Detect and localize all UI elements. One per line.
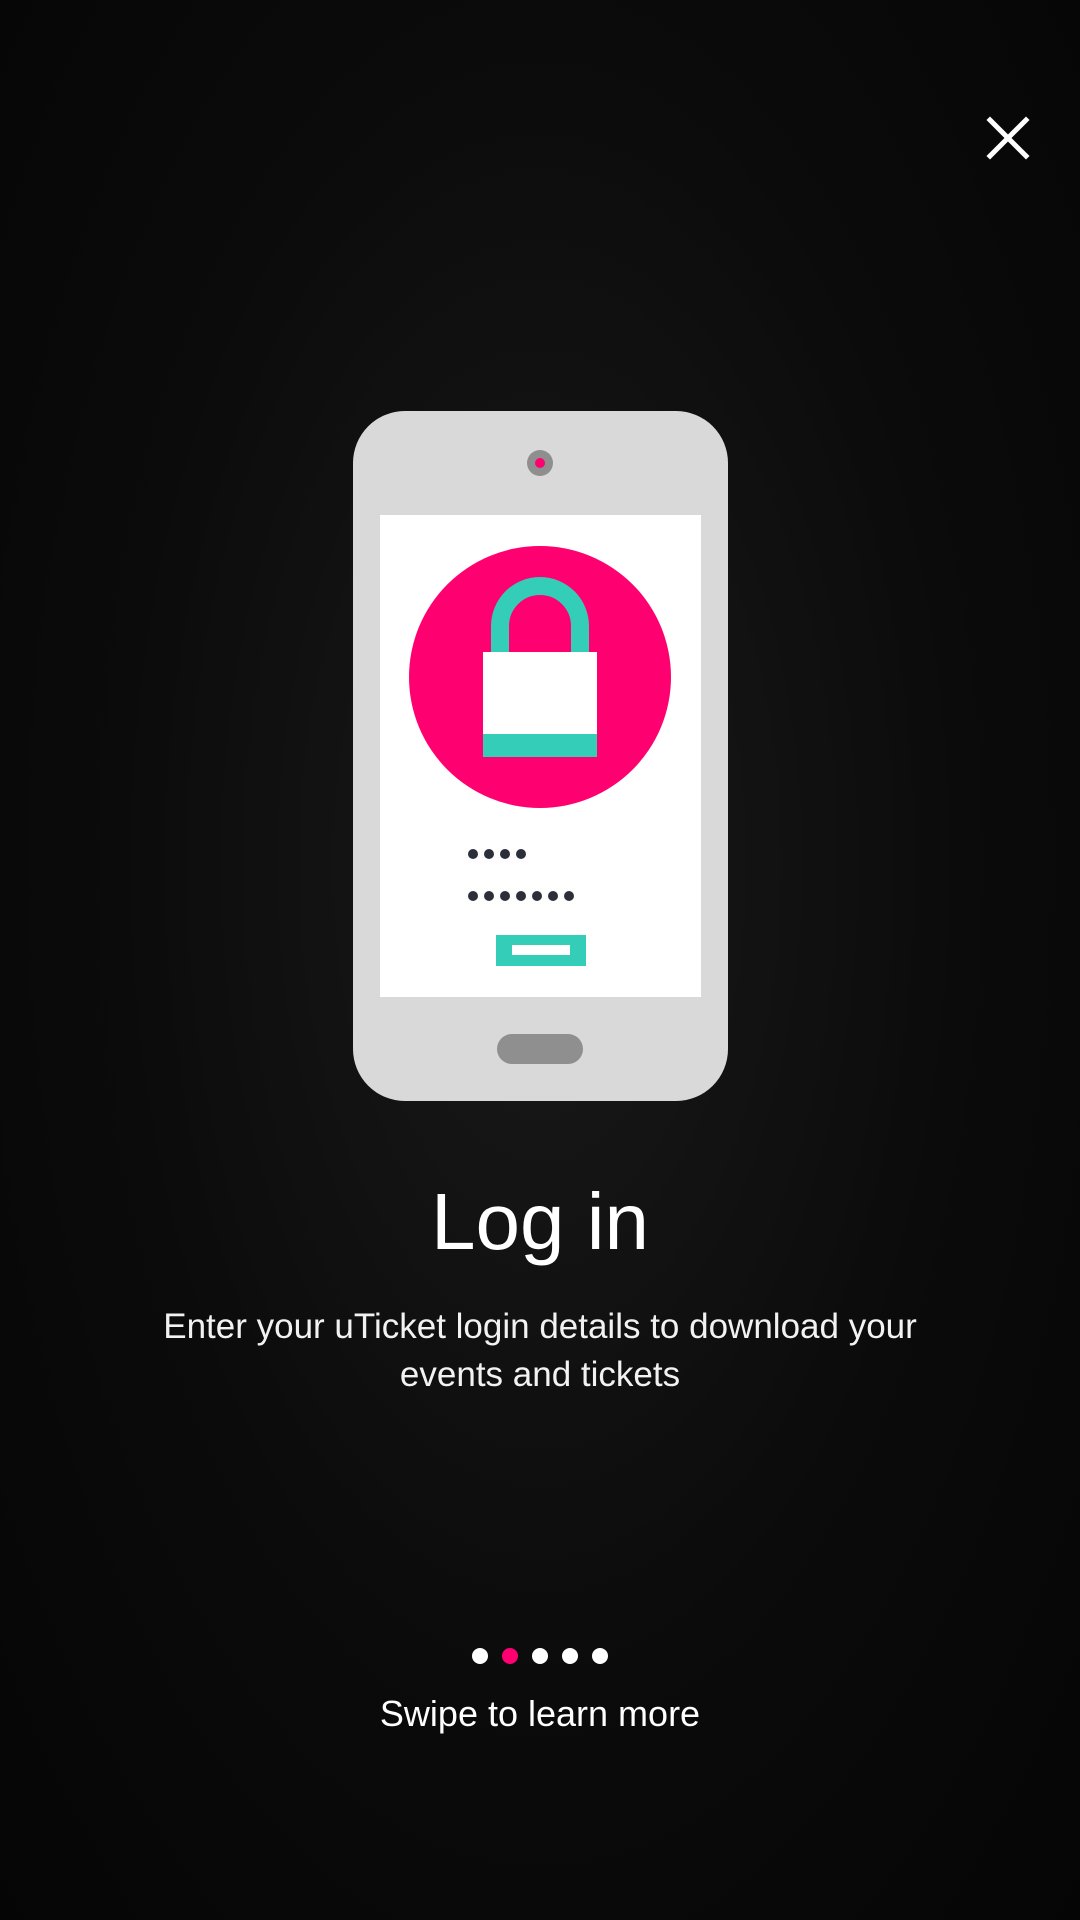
phone-home-button xyxy=(497,1034,583,1064)
login-button-graphic xyxy=(496,935,586,966)
pagination-dots xyxy=(0,1648,1080,1664)
pagination-dot-5[interactable] xyxy=(592,1648,608,1664)
onboarding-screen: Log in Enter your uTicket login details … xyxy=(0,0,1080,1920)
pagination-dot-4[interactable] xyxy=(562,1648,578,1664)
close-button[interactable] xyxy=(970,100,1046,176)
pagination-dot-2[interactable] xyxy=(502,1648,518,1664)
close-icon xyxy=(986,116,1030,160)
phone-login-illustration xyxy=(353,411,728,1101)
page-description: Enter your uTicket login details to down… xyxy=(163,1307,917,1394)
page-title: Log in xyxy=(431,1177,649,1266)
pagination-dot-3[interactable] xyxy=(532,1648,548,1664)
pagination-dot-1[interactable] xyxy=(472,1648,488,1664)
swipe-hint: Swipe to learn more xyxy=(379,1693,701,1734)
